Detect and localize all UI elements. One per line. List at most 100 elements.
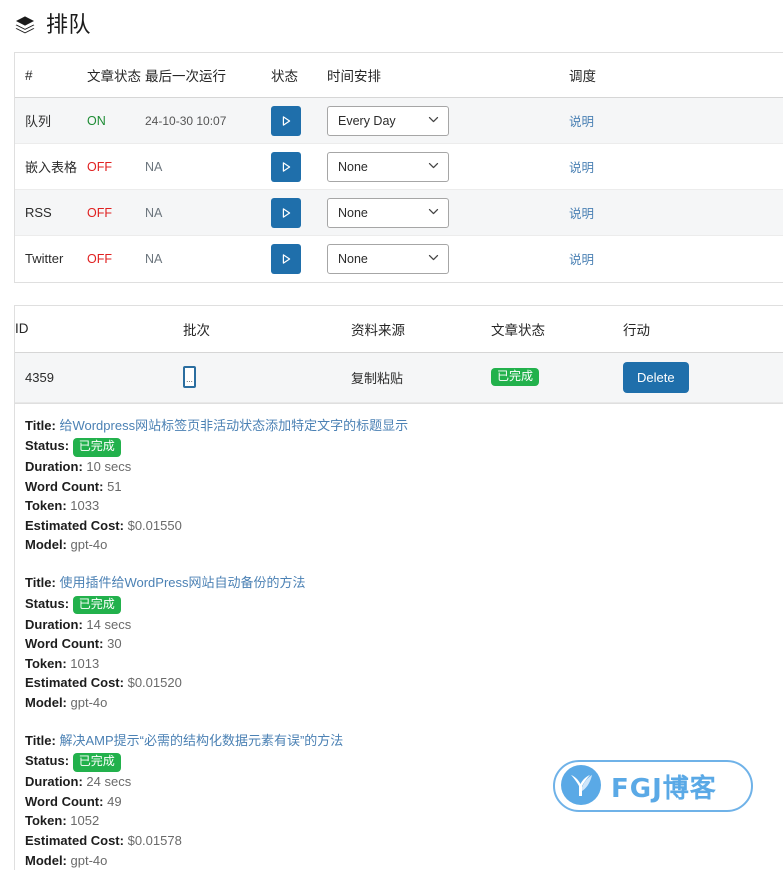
col-source: 资料来源 — [351, 306, 491, 353]
detail-cost-value: $0.01550 — [128, 518, 182, 533]
status-badge: 已完成 — [73, 438, 121, 457]
detail-model-value: gpt-4o — [71, 853, 108, 868]
detail-title-value[interactable]: 使用插件给WordPress网站自动备份的方法 — [59, 575, 305, 590]
description-link[interactable]: 说明 — [569, 207, 594, 221]
detail-word-count-value: 30 — [107, 636, 121, 651]
detail-model-value: gpt-4o — [71, 537, 108, 552]
chevron-down-icon — [427, 251, 440, 267]
job-id-value: 4359 — [25, 370, 54, 385]
schedule-select-value: None — [338, 160, 368, 174]
detail-cost: Estimated Cost: $0.01550 — [25, 516, 769, 536]
chevron-down-icon — [427, 113, 440, 129]
detail-title-label: Title: — [25, 575, 56, 590]
detail-title-value[interactable]: 解决AMP提示“必需的结构化数据元素有误”的方法 — [59, 733, 343, 748]
detail-status: Status: 已完成 — [25, 435, 769, 457]
detail-title-label: Title: — [25, 733, 56, 748]
detail-token: Token: 1052 — [25, 811, 769, 831]
chevron-down-icon — [427, 159, 440, 175]
detail-model-label: Model: — [25, 695, 67, 710]
jobs-table-card: ID 批次 资料来源 文章状态 行动 4359 ... 复制粘贴 已完成 Del… — [14, 305, 783, 404]
layers-icon — [14, 14, 36, 36]
last-run-value: NA — [145, 206, 162, 220]
detail-duration-label: Duration: — [25, 774, 83, 789]
watermark: FGJ博客 — [553, 760, 753, 812]
col-post-status: 文章状态 — [491, 306, 623, 353]
detail-duration-label: Duration: — [25, 617, 83, 632]
detail-duration-value: 14 secs — [86, 617, 131, 632]
detail-cost-label: Estimated Cost: — [25, 833, 124, 848]
detail-token-value: 1033 — [70, 498, 99, 513]
col-state: 状态 — [271, 53, 327, 98]
schedule-table-body: 队列 ON 24-10-30 10:07 Every Day — [15, 98, 783, 282]
last-run-value: NA — [145, 252, 162, 266]
detail-model-value: gpt-4o — [71, 695, 108, 710]
source-value: 复制粘贴 — [351, 371, 403, 386]
description-link[interactable]: 说明 — [569, 253, 594, 267]
row-name: RSS — [25, 205, 52, 220]
detail-duration-value: 24 secs — [86, 774, 131, 789]
detail-cost-value: $0.01520 — [128, 675, 182, 690]
detail-cost: Estimated Cost: $0.01520 — [25, 673, 769, 693]
last-run-value: 24-10-30 10:07 — [145, 114, 226, 128]
detail-duration: Duration: 10 secs — [25, 457, 769, 477]
section-gap — [0, 283, 783, 305]
status-badge: 已完成 — [491, 368, 539, 387]
run-icon — [279, 160, 293, 174]
batch-chip[interactable]: ... — [183, 366, 196, 388]
detail-title-value[interactable]: 给Wordpress网站标签页非活动状态添加特定文字的标题显示 — [59, 418, 408, 433]
schedule-select-value: Every Day — [338, 114, 396, 128]
detail-word-count-label: Word Count: — [25, 636, 103, 651]
detail-duration: Duration: 14 secs — [25, 615, 769, 635]
schedule-select[interactable]: None — [327, 198, 449, 228]
table-row: Twitter OFF NA None — [15, 236, 783, 282]
schedule-select[interactable]: Every Day — [327, 106, 449, 136]
description-link[interactable]: 说明 — [569, 115, 594, 129]
detail-token-label: Token: — [25, 498, 67, 513]
run-button[interactable] — [271, 244, 301, 274]
run-button[interactable] — [271, 198, 301, 228]
detail-status-label: Status: — [25, 596, 69, 611]
detail-word-count: Word Count: 30 — [25, 634, 769, 654]
jobs-table-body: 4359 ... 复制粘贴 已完成 Delete — [15, 352, 783, 402]
page-title: 排队 — [46, 14, 91, 36]
delete-button[interactable]: Delete — [623, 362, 689, 393]
detail-cost-value: $0.01578 — [128, 833, 182, 848]
schedule-select[interactable]: None — [327, 244, 449, 274]
col-dispatch: 调度 — [569, 53, 783, 98]
detail-token-label: Token: — [25, 813, 67, 828]
schedule-select-value: None — [338, 206, 368, 220]
status-badge: OFF — [87, 252, 112, 266]
table-row: 嵌入表格 OFF NA None — [15, 144, 783, 190]
page-header: 排队 — [0, 0, 783, 52]
col-last-run: 最后一次运行 — [145, 53, 271, 98]
run-button[interactable] — [271, 106, 301, 136]
schedule-table: # 文章状态 最后一次运行 状态 时间安排 调度 队列 ON 24-10-30 … — [15, 53, 783, 282]
run-button[interactable] — [271, 152, 301, 182]
detail-duration-label: Duration: — [25, 459, 83, 474]
detail-duration-value: 10 secs — [86, 459, 131, 474]
col-action: 行动 — [623, 306, 783, 353]
detail-title-label: Title: — [25, 418, 56, 433]
col-post-status: 文章状态 — [87, 53, 145, 98]
status-badge: OFF — [87, 206, 112, 220]
detail-status-label: Status: — [25, 438, 69, 453]
detail-word-count-value: 49 — [107, 794, 121, 809]
detail-token-label: Token: — [25, 656, 67, 671]
row-name: Twitter — [25, 251, 63, 266]
description-link[interactable]: 说明 — [569, 161, 594, 175]
schedule-table-card: # 文章状态 最后一次运行 状态 时间安排 调度 队列 ON 24-10-30 … — [14, 52, 783, 283]
detail-cost-label: Estimated Cost: — [25, 518, 124, 533]
col-batch: 批次 — [183, 306, 351, 353]
jobs-table-head: ID 批次 资料来源 文章状态 行动 — [15, 306, 783, 353]
list-item: Title: 给Wordpress网站标签页非活动状态添加特定文字的标题显示 S… — [25, 416, 769, 556]
status-badge: OFF — [87, 160, 112, 174]
status-badge: 已完成 — [73, 753, 121, 772]
detail-model: Model: gpt-4o — [25, 851, 769, 870]
detail-title: Title: 解决AMP提示“必需的结构化数据元素有误”的方法 — [25, 731, 769, 751]
detail-token-value: 1052 — [70, 813, 99, 828]
status-badge: ON — [87, 114, 106, 128]
schedule-select[interactable]: None — [327, 152, 449, 182]
run-icon — [279, 114, 293, 128]
jobs-table: ID 批次 资料来源 文章状态 行动 4359 ... 复制粘贴 已完成 Del… — [15, 306, 783, 403]
table-row: RSS OFF NA None — [15, 190, 783, 236]
